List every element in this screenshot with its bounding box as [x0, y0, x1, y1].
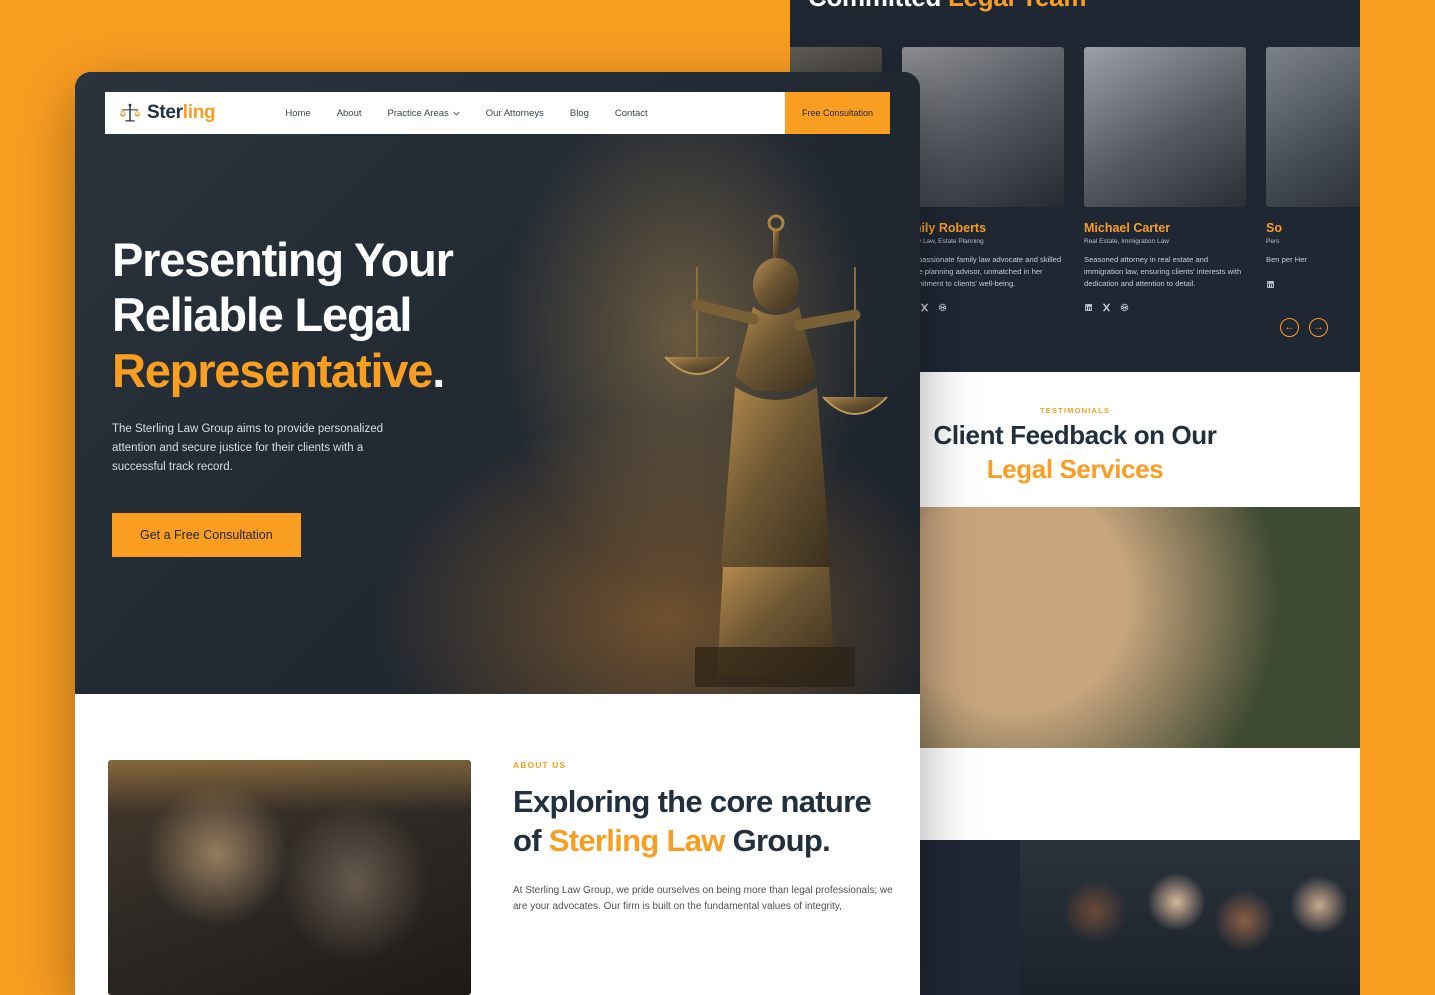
logo-text-dark: Ster: [147, 102, 183, 123]
linkedin-icon[interactable]: [1266, 276, 1275, 294]
team-card[interactable]: So Pers Ben per Her: [1266, 47, 1360, 317]
nav-label: About: [336, 107, 362, 119]
lady-justice-statue-icon: [664, 214, 888, 687]
team-card[interactable]: Michael Carter Real Estate, Immigration …: [1084, 47, 1246, 317]
attorney-socials[interactable]: [902, 299, 1064, 317]
attorney-role: Pers: [1266, 238, 1280, 245]
about-photo: [108, 760, 471, 995]
attorney-name: Emily Roberts: [902, 221, 987, 235]
hero-subtitle: The Sterling Law Group aims to provide p…: [112, 423, 384, 473]
nav-label: Home: [285, 107, 311, 119]
about-title-part2: [659, 823, 667, 858]
logo-text: Sterling: [147, 102, 216, 124]
nav-label: Blog: [569, 107, 589, 119]
free-consultation-button[interactable]: Free Consultation: [784, 92, 890, 134]
globe-icon[interactable]: [1120, 299, 1129, 317]
front-panel-window: Sterling Home About Practice Areas Our A…: [75, 72, 920, 995]
team-heading-white: Committed: [808, 0, 948, 12]
about-body: At Sterling Law Group, we pride ourselve…: [513, 884, 893, 912]
logo-text-accent: ling: [182, 102, 216, 123]
about-title-part3: Group.: [724, 823, 831, 859]
nav-item-home[interactable]: Home: [285, 108, 310, 119]
hero-title-line1: Presenting Your: [112, 233, 454, 286]
hero-title-line2: Reliable Legal: [112, 288, 412, 342]
about-eyebrow: ABOUT US: [513, 760, 567, 770]
nav-item-contact[interactable]: Contact: [615, 108, 648, 119]
nav-label: Our Attorneys: [485, 107, 544, 119]
nav-item-blog[interactable]: Blog: [570, 108, 589, 119]
hero-title: Presenting Your Reliable Legal Represent…: [112, 232, 572, 398]
attorney-socials[interactable]: [1266, 276, 1360, 294]
attorney-photo: [1266, 47, 1360, 207]
testimonials-title-accent: Legal Services: [986, 453, 1164, 484]
nav-links: Home About Practice Areas Our Attorneys …: [285, 108, 647, 119]
chevron-down-icon: [453, 111, 460, 115]
nav-item-practice-areas[interactable]: Practice Areas: [388, 108, 460, 119]
nav-label: Practice Areas: [387, 107, 449, 119]
nav-item-about[interactable]: About: [337, 108, 362, 119]
about-text-block: ABOUT US Exploring the core nature of St…: [513, 760, 893, 915]
attorney-bio: Seasoned attorney in real estate and imm…: [1084, 255, 1242, 288]
attorney-name: So: [1266, 221, 1282, 235]
testimonial-card: ★★★★★ Being a retired educator, I needed…: [790, 507, 1360, 748]
x-icon[interactable]: [920, 299, 929, 317]
attorney-name: Michael Carter: [1084, 221, 1171, 235]
hero-section: Sterling Home About Practice Areas Our A…: [75, 72, 920, 694]
about-title: Exploring the core nature of Sterling La…: [513, 782, 893, 861]
about-section: ABOUT US Exploring the core nature of St…: [75, 694, 920, 995]
nav-item-our-attorneys[interactable]: Our Attorneys: [486, 108, 544, 119]
about-title-accent2: Law: [666, 823, 726, 859]
team-carousel-arrows[interactable]: ← →: [1280, 318, 1328, 337]
attorney-photo: [1084, 47, 1246, 207]
team-heading-accent: Legal Team: [948, 0, 1086, 12]
logo[interactable]: Sterling: [119, 102, 216, 124]
attorney-role: Family Law, Estate Planning: [902, 238, 984, 245]
carousel-next-arrow-icon[interactable]: →: [1309, 318, 1328, 337]
team-heading: Committed Legal Team: [808, 0, 1086, 13]
attorney-photo: [902, 47, 1064, 207]
scales-of-justice-icon: [119, 103, 141, 122]
attorney-role: Real Estate, Immigration Law: [1084, 238, 1169, 245]
team-card[interactable]: Emily Roberts Family Law, Estate Plannin…: [902, 47, 1064, 317]
attorney-bio: Compassionate family law advocate and sk…: [902, 255, 1062, 288]
testimonial-author: John Lewis Retired Educator: [790, 507, 1360, 748]
avatar: [790, 507, 1360, 748]
nav-label: Contact: [614, 107, 648, 119]
navbar: Sterling Home About Practice Areas Our A…: [105, 92, 890, 134]
attorney-bio: Ben per Her: [1266, 255, 1307, 264]
about-title-accent1: Sterling: [548, 823, 660, 859]
get-free-consultation-button[interactable]: Get a Free Consultation: [112, 512, 301, 557]
x-icon[interactable]: [1102, 299, 1111, 317]
hero-title-period: .: [432, 343, 445, 397]
attorney-socials[interactable]: [1084, 299, 1246, 317]
testimonials-title-dark: Client Feedback on Our: [933, 420, 1217, 450]
testimonials-column-right: ★★★★★ As a doctor, I was highly impresse…: [790, 507, 1360, 748]
hero-content: Presenting Your Reliable Legal Represent…: [112, 232, 572, 557]
carousel-prev-arrow-icon[interactable]: ←: [1280, 318, 1299, 337]
globe-icon[interactable]: [938, 299, 947, 317]
cta-team-photo: [1020, 840, 1360, 995]
linkedin-icon[interactable]: [1084, 299, 1093, 317]
hero-title-line3-accent: Representative: [112, 343, 433, 397]
